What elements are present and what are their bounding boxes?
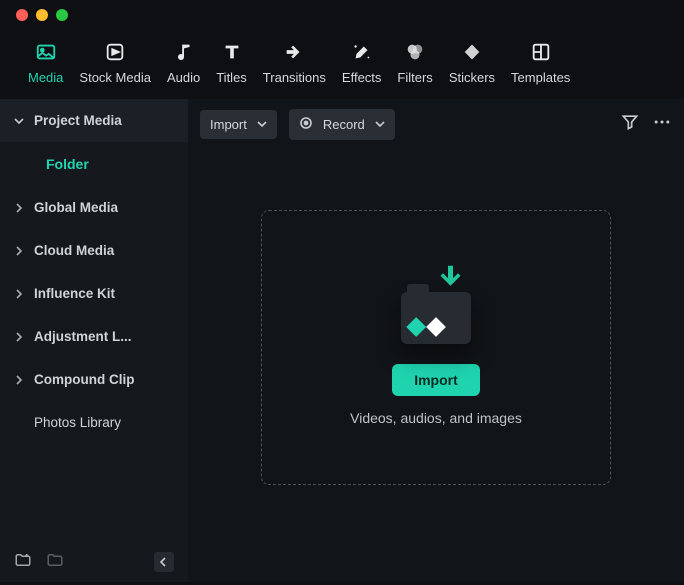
record-dropdown[interactable]: Record: [289, 109, 395, 140]
effects-icon: [350, 40, 374, 64]
sidebar-item-label: Influence Kit: [34, 286, 115, 301]
sidebar-item-cloud-media[interactable]: Cloud Media: [0, 229, 188, 272]
tab-audio[interactable]: Audio: [167, 40, 200, 85]
tab-media[interactable]: Media: [28, 40, 63, 85]
stock-media-icon: [103, 40, 127, 64]
chevron-down-icon: [257, 117, 267, 132]
content-panel: Import Record: [188, 99, 684, 582]
media-dropzone-area: Import Videos, audios, and images: [188, 150, 684, 582]
more-options-icon[interactable]: [652, 112, 672, 137]
tab-stock-media[interactable]: Stock Media: [79, 40, 151, 85]
dropzone-caption: Videos, audios, and images: [350, 410, 522, 426]
tab-titles[interactable]: Titles: [216, 40, 247, 85]
filters-icon: [403, 40, 427, 64]
sidebar-list: Project Media Folder Global Media Cloud …: [0, 99, 188, 542]
filter-icon[interactable]: [620, 112, 640, 137]
media-dropzone[interactable]: Import Videos, audios, and images: [261, 210, 611, 485]
sidebar-item-influence-kit[interactable]: Influence Kit: [0, 272, 188, 315]
new-folder-icon[interactable]: [14, 551, 32, 574]
import-dropdown[interactable]: Import: [200, 110, 277, 139]
collapse-sidebar-button[interactable]: [154, 552, 174, 572]
folder-icon[interactable]: [46, 551, 64, 574]
sidebar-item-label: Compound Clip: [34, 372, 134, 387]
button-label: Import: [414, 372, 458, 388]
sidebar-item-project-media[interactable]: Project Media: [0, 99, 188, 142]
tab-templates[interactable]: Templates: [511, 40, 570, 85]
sidebar: Project Media Folder Global Media Cloud …: [0, 99, 188, 582]
button-label: Record: [323, 117, 365, 132]
chevron-down-icon: [12, 116, 26, 126]
tab-label: Transitions: [263, 70, 326, 85]
tab-label: Stock Media: [79, 70, 151, 85]
sidebar-item-label: Global Media: [34, 200, 118, 215]
sidebar-item-label: Folder: [46, 156, 89, 172]
titles-icon: [220, 40, 244, 64]
tab-filters[interactable]: Filters: [397, 40, 432, 85]
sidebar-item-compound-clip[interactable]: Compound Clip: [0, 358, 188, 401]
content-toolbar: Import Record: [188, 99, 684, 150]
import-button[interactable]: Import: [392, 364, 480, 396]
templates-icon: [529, 40, 553, 64]
transitions-icon: [282, 40, 306, 64]
tab-label: Media: [28, 70, 63, 85]
maximize-icon[interactable]: [56, 9, 68, 21]
tab-label: Effects: [342, 70, 382, 85]
chevron-right-icon: [12, 246, 26, 256]
import-illustration: [396, 270, 476, 350]
tab-stickers[interactable]: Stickers: [449, 40, 495, 85]
download-arrow-icon: [438, 262, 468, 297]
tab-effects[interactable]: Effects: [342, 40, 382, 85]
sidebar-subitem-folder[interactable]: Folder: [0, 142, 188, 186]
sidebar-item-photos-library[interactable]: Photos Library: [0, 401, 188, 444]
sidebar-item-adjustment-layer[interactable]: Adjustment L...: [0, 315, 188, 358]
sidebar-item-label: Cloud Media: [34, 243, 114, 258]
audio-icon: [172, 40, 196, 64]
tab-label: Stickers: [449, 70, 495, 85]
chevron-right-icon: [12, 289, 26, 299]
window-titlebar: [0, 0, 684, 30]
sidebar-item-label: Photos Library: [34, 415, 121, 430]
close-icon[interactable]: [16, 9, 28, 21]
sidebar-item-label: Project Media: [34, 113, 122, 128]
record-icon: [299, 116, 313, 133]
sidebar-item-label: Adjustment L...: [34, 329, 132, 344]
sidebar-item-global-media[interactable]: Global Media: [0, 186, 188, 229]
tab-label: Titles: [216, 70, 247, 85]
minimize-icon[interactable]: [36, 9, 48, 21]
tab-transitions[interactable]: Transitions: [263, 40, 326, 85]
sidebar-footer: [0, 542, 188, 582]
stickers-icon: [460, 40, 484, 64]
chevron-right-icon: [12, 375, 26, 385]
top-tabs: Media Stock Media Audio Titles Transitio…: [0, 30, 684, 99]
workspace: Project Media Folder Global Media Cloud …: [0, 99, 684, 582]
chevron-right-icon: [12, 203, 26, 213]
tab-label: Audio: [167, 70, 200, 85]
media-icon: [34, 40, 58, 64]
tab-label: Filters: [397, 70, 432, 85]
chevron-right-icon: [12, 332, 26, 342]
button-label: Import: [210, 117, 247, 132]
tab-label: Templates: [511, 70, 570, 85]
chevron-down-icon: [375, 117, 385, 132]
